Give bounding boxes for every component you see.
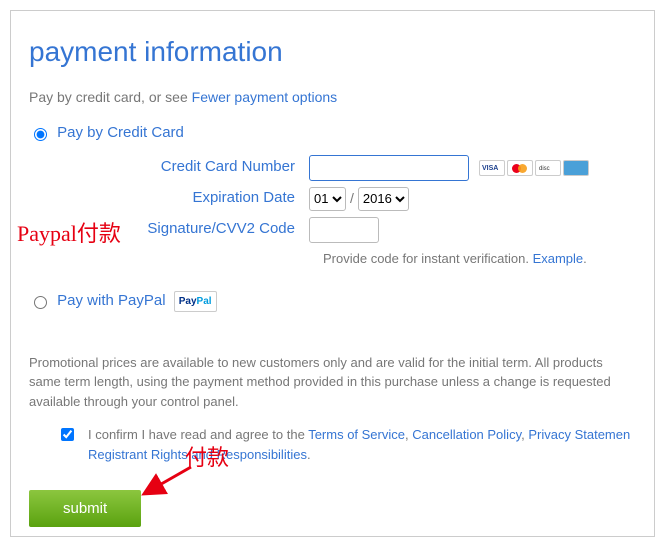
intro-text: Pay by credit card, or see Fewer payment… [29,87,636,108]
amex-icon [563,160,589,176]
confirm-row: I confirm I have read and agree to the T… [57,425,636,464]
paypal-icon: PayPal [174,291,217,312]
exp-separator: / [350,188,354,209]
tos-link[interactable]: Terms of Service [308,427,405,442]
privacy-link[interactable]: Privacy Statemen [528,427,630,442]
cancel-policy-link[interactable]: Cancellation Policy [412,427,521,442]
label-ccnum: Credit Card Number [29,156,309,179]
option-paypal[interactable]: Pay with PayPal PayPal [29,290,636,313]
confirm-prefix: I confirm I have read and agree to the [88,427,308,442]
intro-prefix: Pay by credit card, or see [29,89,192,105]
fewer-options-link[interactable]: Fewer payment options [192,89,338,105]
ccnum-input[interactable] [309,155,469,181]
mastercard-icon [507,160,533,176]
cvv-hint: Provide code for instant verification. E… [323,249,636,269]
example-link[interactable]: Example [533,251,584,266]
submit-button[interactable]: submit [29,490,141,527]
radio-credit-card[interactable] [34,128,47,141]
registrant-link[interactable]: Registrant Rights and Responsibilities [88,447,307,462]
disclaimer-text: Promotional prices are available to new … [29,353,636,412]
exp-year-select[interactable]: 2016 [358,187,409,211]
option-credit-card[interactable]: Pay by Credit Card [29,122,636,145]
cvv-input[interactable] [309,217,379,243]
label-cvv: Signature/CVV2 Code [29,218,309,241]
radio-paypal[interactable] [34,296,47,309]
confirm-checkbox[interactable] [61,428,74,441]
card-icons [479,160,589,176]
exp-month-select[interactable]: 01 [309,187,346,211]
visa-icon [479,160,505,176]
hint-suffix: . [583,251,587,266]
hint-prefix: Provide code for instant verification. [323,251,533,266]
discover-icon [535,160,561,176]
option-cc-label: Pay by Credit Card [57,124,184,141]
confirm-text: I confirm I have read and agree to the T… [88,425,630,464]
option-paypal-label: Pay with PayPal [57,292,165,309]
label-exp: Expiration Date [29,187,309,210]
page-title: payment information [29,31,636,73]
